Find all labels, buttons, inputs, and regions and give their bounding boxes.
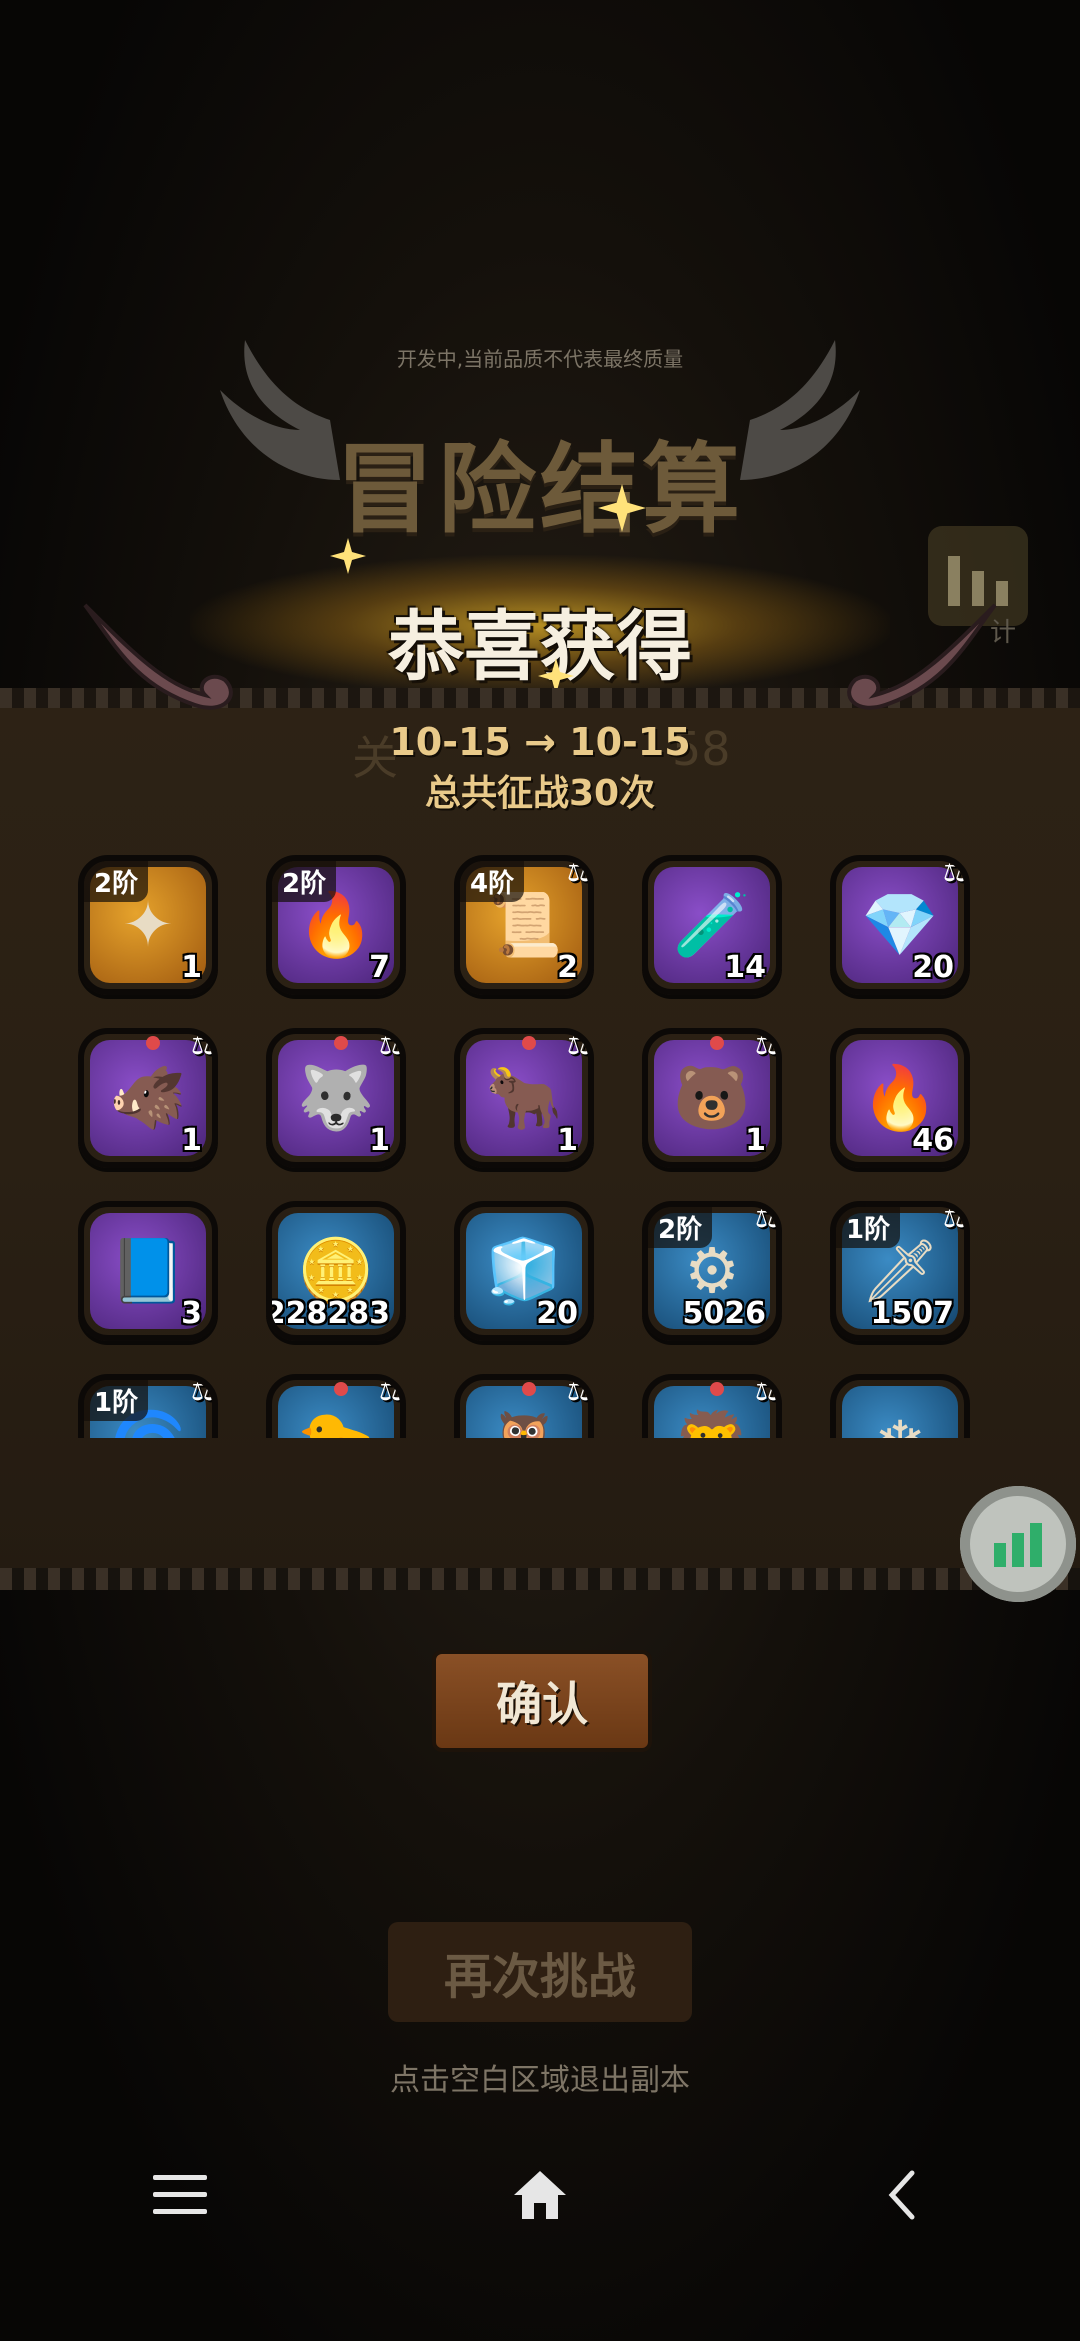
reward-item[interactable]: 🔥 46 <box>830 1028 970 1168</box>
reward-item[interactable]: 🦉⚖ <box>454 1374 594 1438</box>
reward-item[interactable]: 📜 4阶 ⚖ 2 <box>454 855 594 995</box>
retry-button[interactable]: 再次挑战 <box>388 1922 692 2022</box>
item-tier-badge: 1阶 <box>836 1207 901 1248</box>
total-battles: 总共征战30次 <box>424 773 656 814</box>
scale-icon: ⚖ <box>566 1374 592 1407</box>
sparkle-icon <box>330 538 366 574</box>
scale-icon: ⚖ <box>190 1028 216 1061</box>
new-dot <box>146 1036 160 1050</box>
right-ornament-icon <box>847 603 997 710</box>
new-dot <box>522 1036 536 1050</box>
new-dot <box>334 1382 348 1396</box>
item-icon: 📜 <box>485 888 563 961</box>
reward-item[interactable]: 🧪 14 <box>642 855 782 995</box>
item-icon: ⚙ <box>684 1234 740 1307</box>
reward-item[interactable]: 💎 ⚖ 20 <box>830 855 970 995</box>
item-quantity: 1 <box>181 1123 202 1158</box>
scale-icon: ⚖ <box>754 1374 780 1407</box>
item-icon: ✦ <box>122 888 174 961</box>
item-quantity: 1 <box>369 1123 390 1158</box>
item-icon: 🧊 <box>485 1234 563 1307</box>
new-dot <box>710 1382 724 1396</box>
item-icon: 🐂 <box>485 1061 563 1134</box>
scale-icon: ⚖ <box>378 1374 404 1407</box>
item-icon: 💎 <box>861 888 939 961</box>
scale-icon: ⚖ <box>566 1028 592 1061</box>
reward-item[interactable]: 🐗 ⚖ 1 <box>78 1028 218 1168</box>
reward-item[interactable]: 🦁⚖ <box>642 1374 782 1438</box>
menu-icon[interactable] <box>145 2160 215 2230</box>
item-icon: 🦁 <box>673 1413 750 1439</box>
item-icon: 🐗 <box>109 1061 187 1134</box>
banner-title: 冒险结算 <box>335 433 744 547</box>
reward-grid[interactable]: ✦ 2阶 1 🔥 2阶 7 📜 4阶 ⚖ 2 🧪 14 💎 ⚖ 20 🐗 ⚖ 1 🐺 ⚖ 1 🐂 ⚖ 1 🐻 ⚖ 1 🔥 46 📘 3 🪙 22… <box>70 845 1000 1438</box>
item-icon: 🐺 <box>297 1061 375 1134</box>
level-progress: 10-15 → 10-15 <box>389 720 691 764</box>
item-icon: ❄ <box>874 1413 926 1439</box>
signal-bars-icon <box>994 1523 1042 1567</box>
confirm-button[interactable]: 确认 <box>432 1650 652 1752</box>
item-icon: 🦉 <box>485 1413 562 1439</box>
item-quantity: 2 <box>557 950 578 985</box>
new-dot <box>710 1036 724 1050</box>
reward-item[interactable]: ⚙ 2阶 ⚖ 5026 <box>642 1201 782 1341</box>
reward-item[interactable]: 🔥 2阶 7 <box>266 855 406 995</box>
scale-icon: ⚖ <box>190 1374 216 1407</box>
new-dot <box>334 1036 348 1050</box>
item-icon: 📘 <box>109 1234 187 1307</box>
reward-item[interactable]: 🗡 1阶 ⚖ 1507 <box>830 1201 970 1341</box>
reward-item[interactable]: 🌀1阶⚖ <box>78 1374 218 1438</box>
scale-icon: ⚖ <box>942 855 968 888</box>
item-quantity: 7 <box>369 950 390 985</box>
scale-icon: ⚖ <box>378 1028 404 1061</box>
floating-stats-button[interactable] <box>960 1486 1076 1602</box>
reward-item[interactable]: 🪙 228283 <box>266 1201 406 1341</box>
item-quantity: 1 <box>745 1123 766 1158</box>
item-quantity: 228283 <box>266 1296 390 1331</box>
reward-item[interactable]: ✦ 2阶 1 <box>78 855 218 995</box>
new-dot <box>522 1382 536 1396</box>
home-icon[interactable] <box>505 2160 575 2230</box>
item-icon: 🔥 <box>861 1061 939 1134</box>
left-ornament-icon <box>83 603 233 710</box>
reward-item[interactable]: 📘 3 <box>78 1201 218 1341</box>
item-quantity: 20 <box>912 950 954 985</box>
item-quantity: 14 <box>724 950 766 985</box>
item-tier-badge: 1阶 <box>84 1380 149 1421</box>
item-quantity: 1 <box>181 950 202 985</box>
reward-item[interactable]: 🐺 ⚖ 1 <box>266 1028 406 1168</box>
reward-item[interactable]: 🐻 ⚖ 1 <box>642 1028 782 1168</box>
scale-icon: ⚖ <box>566 855 592 888</box>
item-quantity: 1 <box>557 1123 578 1158</box>
item-icon: 🧪 <box>673 888 751 961</box>
reward-item[interactable]: 🐂 ⚖ 1 <box>454 1028 594 1168</box>
item-tier-badge: 2阶 <box>272 861 337 902</box>
dev-quality-notice: 开发中,当前品质不代表最终质量 <box>396 347 684 371</box>
reward-item[interactable]: 🐤⚖ <box>266 1374 406 1438</box>
item-tier-badge: 2阶 <box>648 1207 713 1248</box>
item-tier-badge: 4阶 <box>460 861 525 902</box>
reward-item[interactable]: 🧊 20 <box>454 1201 594 1341</box>
scale-icon: ⚖ <box>942 1201 968 1234</box>
item-quantity: 5026 <box>682 1296 767 1331</box>
panel-bottom-border <box>0 1568 1080 1590</box>
scale-icon: ⚖ <box>754 1028 780 1061</box>
back-icon[interactable] <box>866 2160 936 2230</box>
item-quantity: 20 <box>536 1296 578 1331</box>
reward-item[interactable]: ❄ <box>830 1374 970 1438</box>
item-icon: 🔥 <box>297 888 375 961</box>
scale-icon: ⚖ <box>754 1201 780 1234</box>
item-tier-badge: 2阶 <box>84 861 149 902</box>
item-icon: 🐤 <box>297 1413 374 1439</box>
item-icon: 🪙 <box>297 1234 375 1307</box>
item-quantity: 1507 <box>870 1296 955 1331</box>
item-quantity: 46 <box>912 1123 954 1158</box>
sparkle-icon <box>598 484 646 532</box>
exit-hint: 点击空白区域退出副本 <box>390 2063 690 2098</box>
item-icon: 🐻 <box>673 1061 751 1134</box>
item-icon: 🗡 <box>860 1234 940 1307</box>
item-quantity: 3 <box>181 1296 202 1331</box>
